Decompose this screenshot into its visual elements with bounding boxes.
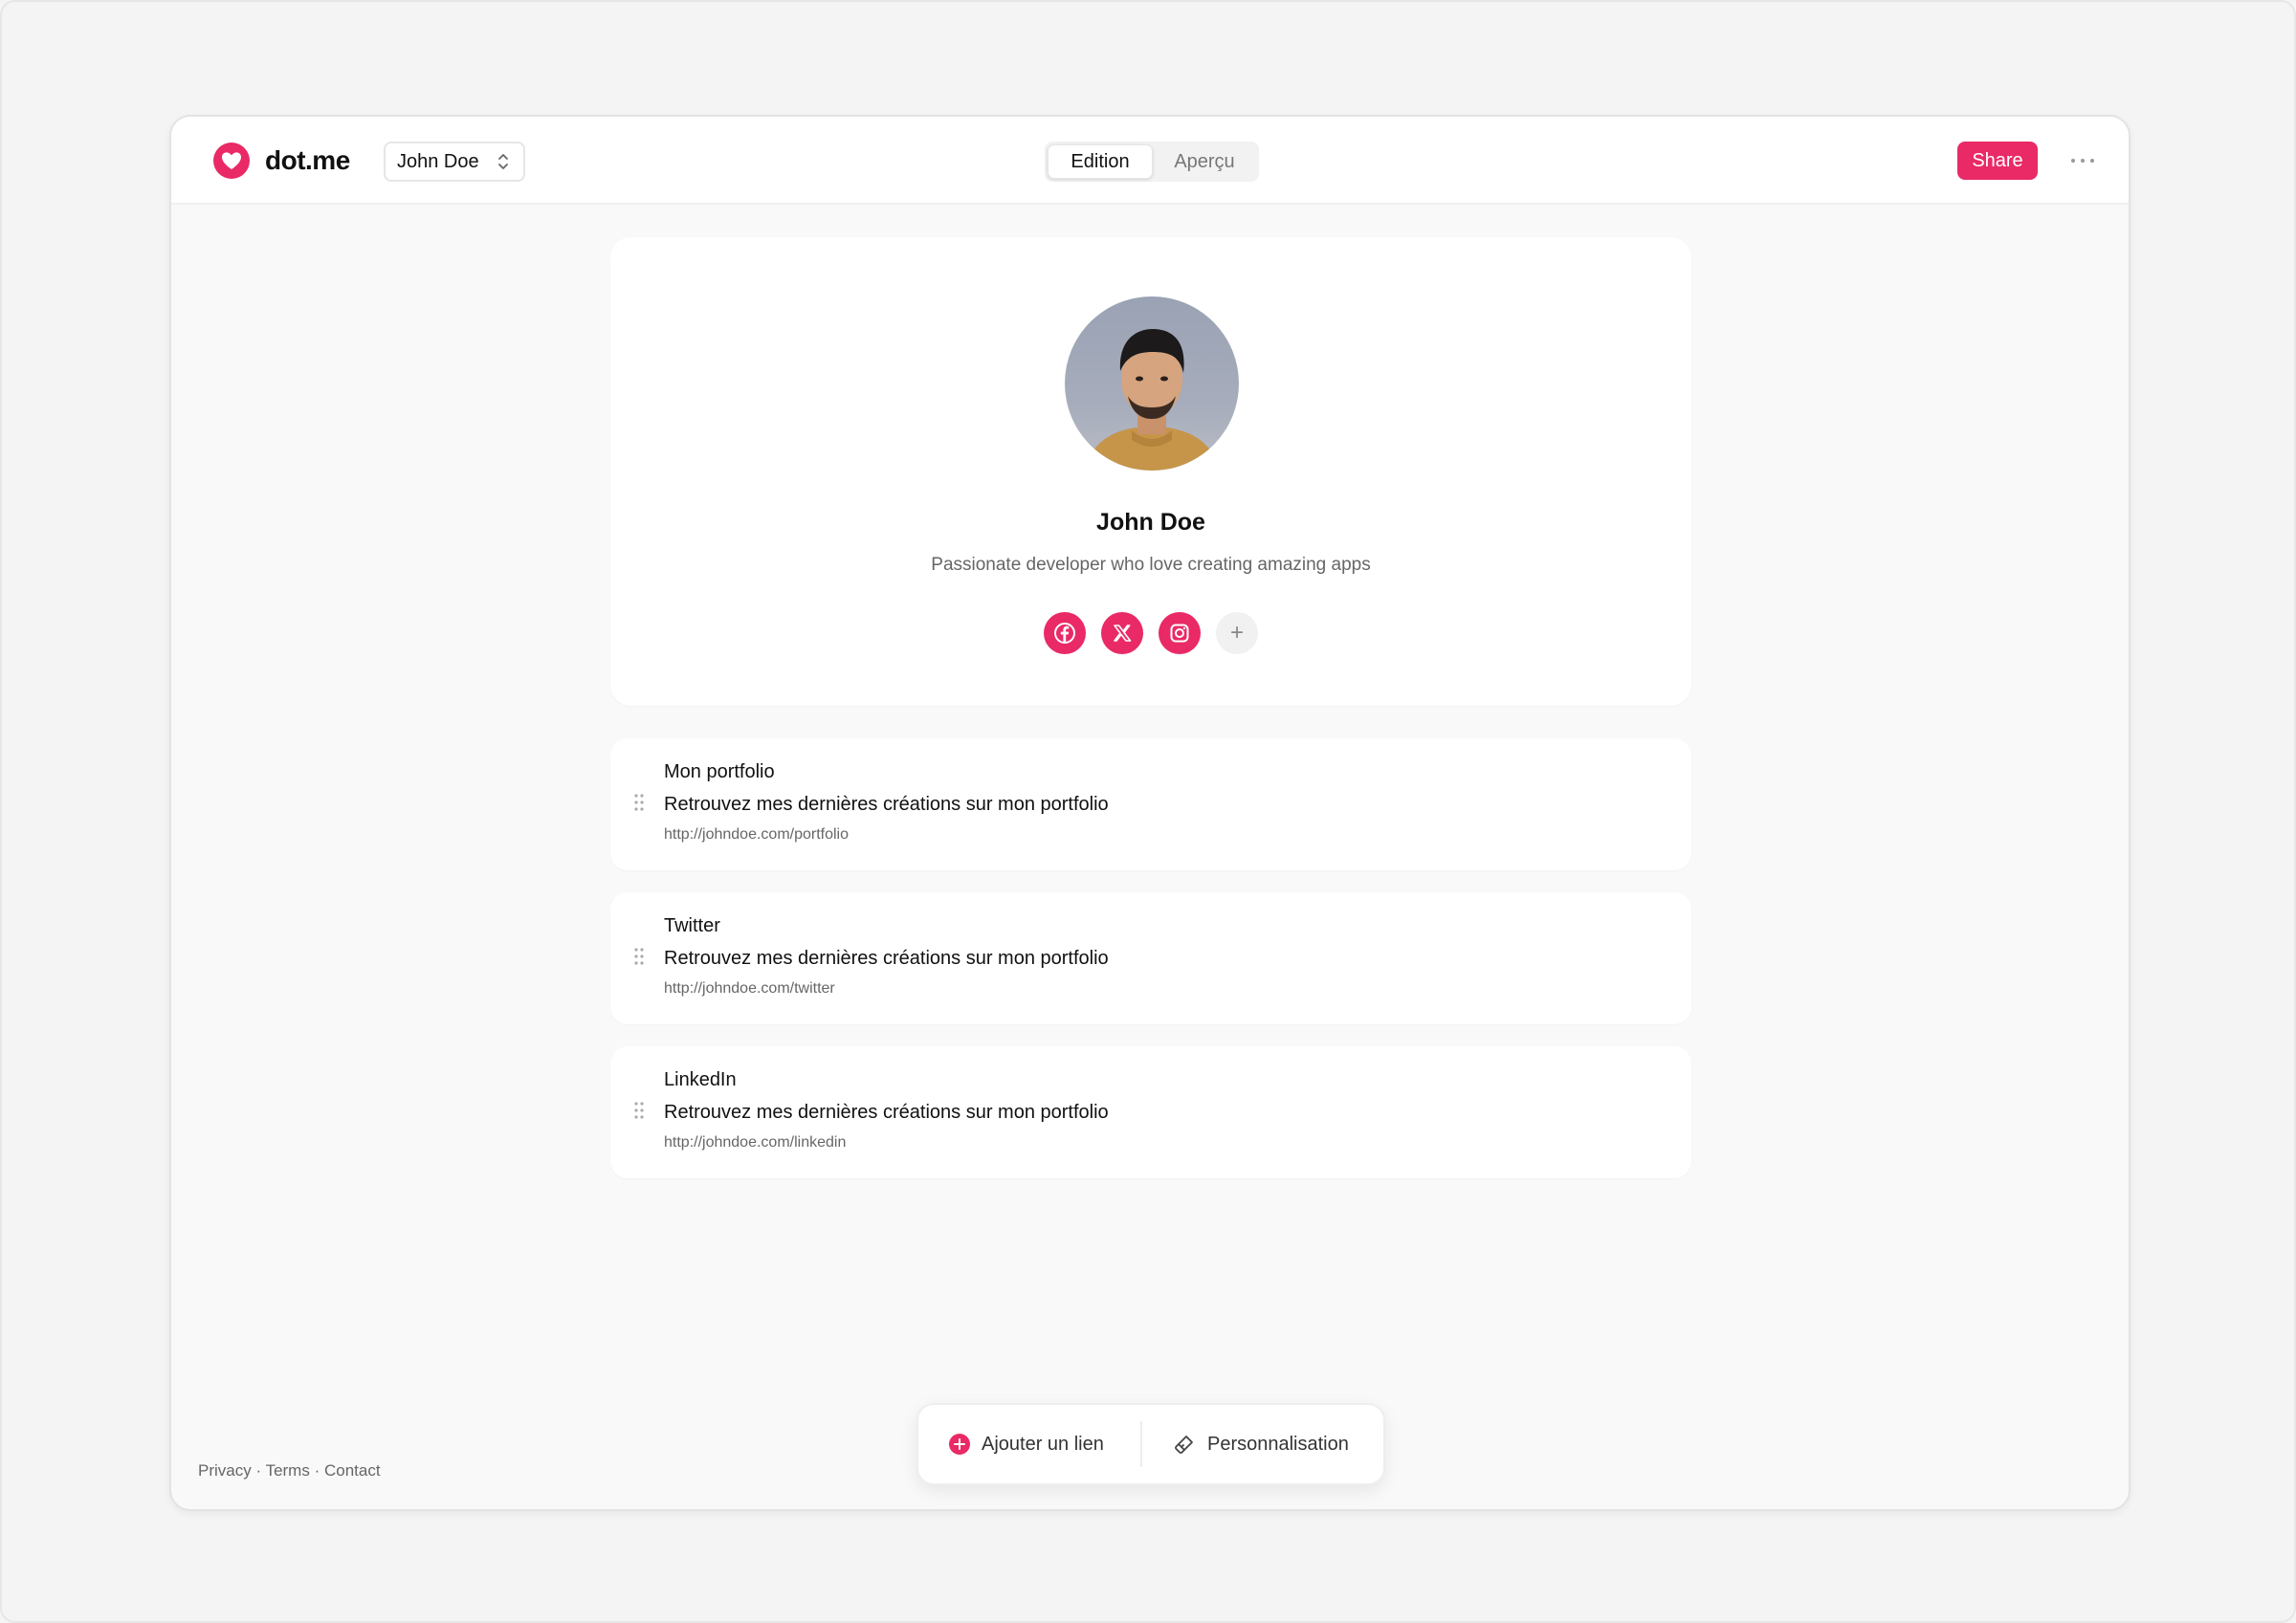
link-url: http://johndoe.com/linkedin bbox=[664, 1134, 847, 1151]
tab-apercu[interactable]: Aperçu bbox=[1153, 144, 1256, 179]
link-title: Twitter bbox=[664, 915, 720, 936]
more-options-button[interactable] bbox=[2064, 142, 2102, 180]
drag-handle-icon[interactable] bbox=[633, 793, 645, 812]
app-window: dot.me John Doe Edition Aperçu Share Joh… bbox=[169, 115, 2130, 1511]
link-title: LinkedIn bbox=[664, 1069, 737, 1090]
profile-name[interactable]: John Doe bbox=[610, 509, 1691, 537]
facebook-icon[interactable] bbox=[1044, 612, 1086, 654]
screen-frame: dot.me John Doe Edition Aperçu Share Joh… bbox=[0, 0, 2296, 1623]
brand-logo[interactable]: dot.me bbox=[213, 142, 350, 180]
customize-label: Personnalisation bbox=[1207, 1433, 1349, 1455]
plus-icon: + bbox=[1229, 620, 1244, 646]
link-description: Retrouvez mes dernières créations sur mo… bbox=[664, 794, 1109, 815]
profile-card: John Doe Passionate developer who love c… bbox=[610, 237, 1691, 706]
add-social-button[interactable]: + bbox=[1216, 612, 1258, 654]
drag-handle-icon[interactable] bbox=[633, 1101, 645, 1120]
brush-icon bbox=[1175, 1436, 1193, 1454]
footer-separator: · bbox=[314, 1461, 320, 1480]
profile-bio[interactable]: Passionate developer who love creating a… bbox=[610, 555, 1691, 576]
x-icon[interactable] bbox=[1101, 612, 1143, 654]
customize-button[interactable]: Personnalisation bbox=[1142, 1405, 1349, 1483]
chevron-up-down-icon bbox=[498, 154, 508, 169]
link-description: Retrouvez mes dernières créations sur mo… bbox=[664, 948, 1109, 969]
bottom-toolbar: Ajouter un lien Personnalisation bbox=[916, 1403, 1385, 1485]
profile-select[interactable]: John Doe bbox=[384, 142, 525, 182]
link-card[interactable]: LinkedIn Retrouvez mes dernières créatio… bbox=[610, 1046, 1691, 1178]
heart-logo-icon bbox=[213, 143, 250, 179]
top-bar: dot.me John Doe Edition Aperçu Share bbox=[171, 117, 2129, 205]
mode-toggle: Edition Aperçu bbox=[1045, 142, 1259, 182]
avatar-portrait bbox=[1084, 329, 1220, 471]
social-links: + bbox=[610, 612, 1691, 654]
link-url: http://johndoe.com/twitter bbox=[664, 980, 835, 997]
avatar[interactable] bbox=[1065, 296, 1239, 471]
add-link-button[interactable]: Ajouter un lien bbox=[918, 1405, 1140, 1483]
link-title: Mon portfolio bbox=[664, 761, 775, 782]
terms-link[interactable]: Terms bbox=[266, 1461, 310, 1480]
privacy-link[interactable]: Privacy bbox=[198, 1461, 252, 1480]
drag-handle-icon[interactable] bbox=[633, 947, 645, 966]
link-card[interactable]: Mon portfolio Retrouvez mes dernières cr… bbox=[610, 738, 1691, 870]
brand-name: dot.me bbox=[265, 145, 350, 175]
link-card[interactable]: Twitter Retrouvez mes dernières création… bbox=[610, 892, 1691, 1024]
share-button[interactable]: Share bbox=[1957, 142, 2038, 180]
link-url: http://johndoe.com/portfolio bbox=[664, 826, 850, 843]
tab-edition[interactable]: Edition bbox=[1048, 144, 1153, 179]
contact-link[interactable]: Contact bbox=[324, 1461, 381, 1480]
instagram-icon[interactable] bbox=[1159, 612, 1201, 654]
plus-circle-icon bbox=[949, 1434, 970, 1455]
profile-select-value: John Doe bbox=[397, 150, 479, 172]
add-link-label: Ajouter un lien bbox=[982, 1433, 1104, 1455]
ellipsis-icon bbox=[2071, 159, 2094, 163]
link-description: Retrouvez mes dernières créations sur mo… bbox=[664, 1102, 1109, 1123]
footer-separator: · bbox=[255, 1461, 262, 1480]
footer-links: Privacy · Terms · Contact bbox=[198, 1461, 381, 1480]
